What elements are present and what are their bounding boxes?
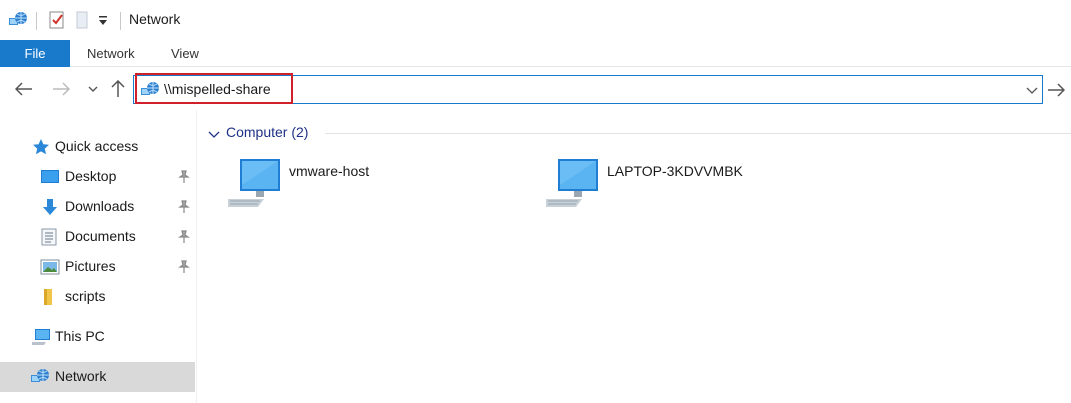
computer-icon (31, 328, 50, 346)
sidebar-item-label: Desktop (65, 168, 117, 184)
pictures-icon (40, 258, 60, 276)
tab-file[interactable]: File (0, 40, 70, 67)
window-title: Network (129, 11, 181, 27)
sidebar-item-this-pc[interactable]: This PC (0, 322, 195, 352)
address-bar[interactable]: \\mispelled-share (133, 73, 1043, 104)
properties-icon[interactable] (48, 10, 66, 33)
ribbon: File Network View (0, 40, 1071, 67)
sidebar-item-label: This PC (55, 328, 105, 344)
sidebar-item-desktop[interactable]: Desktop (0, 162, 195, 192)
computer-name: LAPTOP-3KDVVMBK (607, 163, 743, 179)
tab-view[interactable]: View (171, 40, 199, 67)
downloads-icon (41, 198, 59, 216)
pin-icon[interactable] (178, 200, 190, 217)
pin-icon[interactable] (178, 230, 190, 247)
arrow-left-icon (15, 82, 32, 96)
title-bar: Network (0, 0, 1071, 40)
go-button[interactable] (1044, 78, 1068, 102)
sidebar-item-label: Pictures (65, 258, 116, 274)
back-button[interactable] (13, 78, 35, 100)
sidebar-item-documents[interactable]: Documents (0, 222, 195, 252)
sidebar-item-downloads[interactable]: Downloads (0, 192, 195, 222)
documents-icon (41, 228, 59, 246)
sidebar-item-label: Documents (65, 228, 136, 244)
network-icon (30, 368, 49, 386)
arrow-right-icon (1048, 83, 1065, 97)
sidebar-item-label: scripts (65, 288, 106, 304)
sidebar-item-label: Quick access (55, 138, 139, 154)
arrow-right-icon (53, 82, 70, 96)
sidebar-item-pictures[interactable]: Pictures (0, 252, 195, 282)
chevron-down-icon[interactable] (1026, 82, 1038, 98)
navigation-pane: Quick access Desktop Downloads Documents (0, 110, 197, 403)
customize-dropdown-icon[interactable] (98, 14, 108, 30)
pin-icon[interactable] (178, 260, 190, 277)
computer-name: vmware-host (289, 163, 370, 179)
new-folder-icon[interactable] (74, 10, 90, 33)
recent-locations-button[interactable] (82, 78, 104, 100)
desktop-icon (40, 168, 59, 186)
sidebar-item-quick-access[interactable]: Quick access (0, 132, 195, 162)
network-icon (140, 81, 160, 102)
star-icon (32, 138, 50, 156)
network-icon[interactable] (8, 10, 28, 33)
computer-icon (226, 157, 282, 214)
pin-icon[interactable] (178, 170, 190, 187)
computer-item-vmware-host[interactable]: vmware-host (226, 155, 426, 215)
toolbar-separator (36, 12, 37, 30)
chevron-down-icon[interactable] (208, 127, 220, 143)
computer-icon (544, 157, 600, 214)
folder-icon (42, 288, 60, 306)
arrow-up-icon (111, 80, 125, 97)
chevron-down-icon (88, 86, 98, 92)
sidebar-item-label: Downloads (65, 198, 135, 214)
sidebar-item-label: Network (55, 368, 107, 384)
sidebar-item-network[interactable]: Network (0, 362, 195, 392)
forward-button[interactable] (50, 78, 72, 100)
up-button[interactable] (107, 78, 129, 100)
toolbar-separator (120, 12, 121, 30)
sidebar-item-scripts[interactable]: scripts (0, 282, 195, 312)
tab-network[interactable]: Network (87, 40, 135, 67)
group-label: Computer (2) (226, 124, 309, 140)
address-path[interactable]: \\mispelled-share (164, 81, 271, 97)
group-divider (325, 133, 1071, 134)
computer-item-laptop[interactable]: LAPTOP-3KDVVMBK (544, 155, 774, 215)
